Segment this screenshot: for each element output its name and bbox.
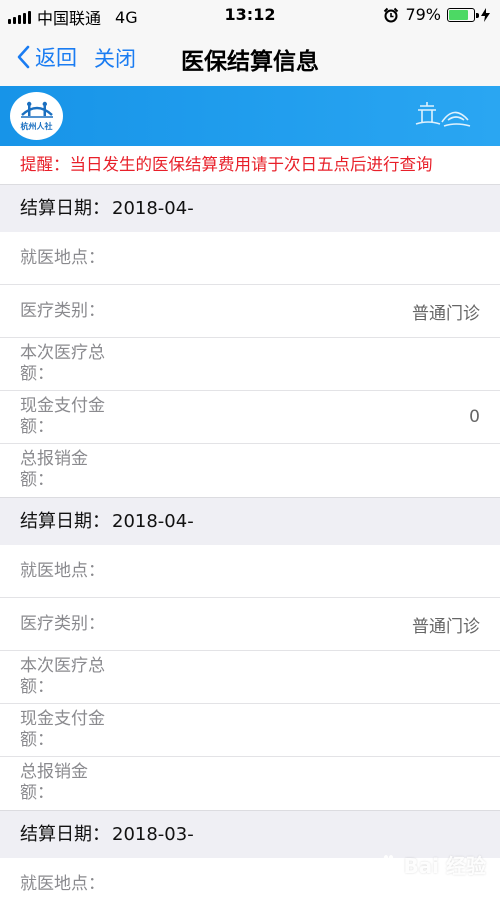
- settlement-record-list: 结算日期： 2018-04- 就医地点： 医疗类别： 普通门诊 本次医疗总额： 现…: [0, 184, 500, 911]
- battery-fill: [449, 9, 468, 20]
- settlement-date: 2018-04-: [112, 511, 194, 532]
- settlement-date: 2018-04-: [112, 198, 194, 219]
- status-bar: 中国联通 4G 13:12 79%: [0, 0, 500, 30]
- bridge-emblem-icon: [20, 101, 53, 118]
- row-label: 本次医疗总额：: [20, 656, 105, 697]
- record-header: 结算日期： 2018-04-: [0, 497, 500, 545]
- notice-banner: 提醒：当日发生的医保结算费用请于次日五点后进行查询: [0, 146, 500, 184]
- watermark-text: Bai 经验: [403, 854, 486, 878]
- hangzhou-hrss-logo: 杭州人社: [10, 92, 63, 140]
- header-banner: 杭州人社: [0, 86, 500, 146]
- record-row-category: 医疗类别： 普通门诊: [0, 598, 500, 651]
- record-row-reimbursement: 总报销金额：: [0, 444, 500, 497]
- row-label: 总报销金额：: [20, 449, 88, 490]
- west-lake-pavilion-icon: [415, 102, 471, 127]
- record-row-total-amount: 本次医疗总额：: [0, 338, 500, 391]
- record-row-total-amount: 本次医疗总额：: [0, 651, 500, 704]
- settlement-date-label: 结算日期：: [20, 198, 110, 219]
- record-row-location: 就医地点：: [0, 232, 500, 285]
- alarm-clock-icon: [384, 7, 399, 22]
- row-label: 就医地点：: [20, 247, 105, 268]
- row-label: 就医地点：: [20, 874, 105, 894]
- record-card[interactable]: 就医地点： 医疗类别： 普通门诊 本次医疗总额： 现金支付金额： 总报销金额：: [0, 545, 500, 810]
- settlement-date-label: 结算日期：: [20, 511, 110, 532]
- page-title: 医保结算信息: [181, 49, 319, 75]
- charging-bolt-icon: [481, 7, 490, 22]
- row-label: 就医地点：: [20, 560, 105, 581]
- row-label: 总报销金额：: [20, 762, 88, 803]
- logo-text: 杭州人社: [20, 121, 53, 131]
- row-label: 本次医疗总额：: [20, 343, 105, 384]
- baidu-jingyan-watermark: Bai 经验: [377, 850, 486, 879]
- record-row-cash-payment: 现金支付金额：: [0, 704, 500, 757]
- battery-percentage: 79%: [405, 5, 441, 24]
- settlement-date: 2018-03-: [112, 824, 194, 845]
- record-row-category: 医疗类别： 普通门诊: [0, 285, 500, 338]
- record-card[interactable]: 就医地点： 医疗类别： 普通门诊 本次医疗总额： 现金支付金额： 0 总报销金额…: [0, 232, 500, 497]
- battery-icon: [447, 7, 479, 22]
- status-right: 79%: [383, 5, 490, 24]
- row-label: 现金支付金额：: [20, 396, 105, 437]
- record-header: 结算日期： 2018-04-: [0, 184, 500, 232]
- navigation-bar: 返回 关闭 医保结算信息: [0, 30, 500, 86]
- row-label: 医疗类别：: [20, 300, 105, 321]
- record-row-location: 就医地点：: [0, 545, 500, 598]
- row-label: 医疗类别：: [20, 613, 105, 634]
- record-row-reimbursement: 总报销金额：: [0, 757, 500, 810]
- row-value: 普通门诊: [412, 616, 480, 637]
- row-value: 0: [469, 407, 480, 427]
- settlement-date-label: 结算日期：: [20, 824, 110, 845]
- row-value: 普通门诊: [412, 303, 480, 324]
- paw-print-icon: [380, 854, 398, 873]
- row-label: 现金支付金额：: [20, 709, 105, 750]
- record-row-cash-payment: 现金支付金额： 0: [0, 391, 500, 444]
